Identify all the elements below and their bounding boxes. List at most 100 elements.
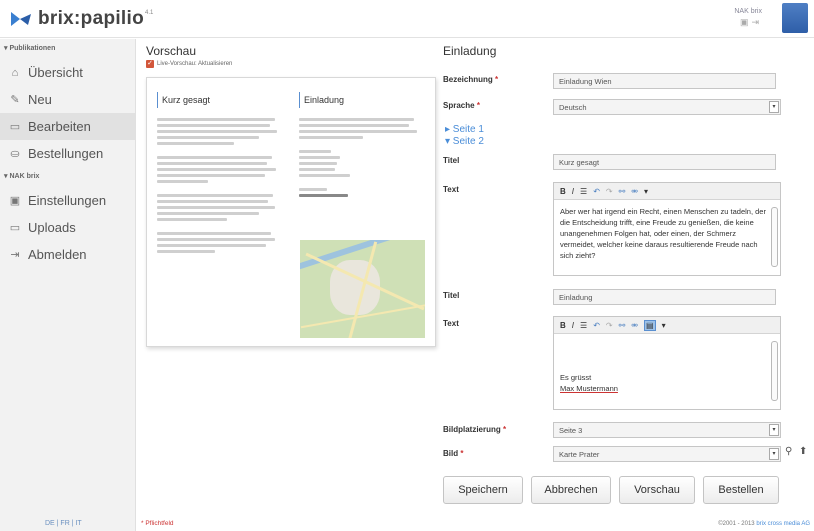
- sidebar-item-label: Übersicht: [28, 65, 83, 80]
- bold-icon[interactable]: B: [560, 321, 566, 330]
- preview-page-right-text: [299, 118, 427, 197]
- preview-document[interactable]: Kurz gesagt Einladung: [146, 77, 436, 347]
- sidebar-item-label: Uploads: [28, 220, 76, 235]
- italic-icon[interactable]: I: [572, 321, 574, 330]
- live-preview-label: Live-Vorschau: Aktualisieren: [157, 61, 233, 67]
- profile-icon[interactable]: ▣: [740, 17, 752, 27]
- logo-version: 4.1: [145, 10, 154, 16]
- search-icon[interactable]: ⚲: [785, 446, 792, 457]
- logo-text: brix:papilio: [38, 8, 144, 29]
- format-icon[interactable]: ▾: [644, 187, 648, 196]
- user-actions: ▣⇥: [734, 17, 762, 28]
- unlink-icon[interactable]: ⚮: [631, 321, 638, 330]
- preview-button[interactable]: Vorschau: [619, 476, 695, 504]
- list-icon[interactable]: ☰: [580, 321, 587, 330]
- undo-icon[interactable]: ↶: [593, 187, 600, 196]
- text2-line-1: Es grüsst: [560, 373, 592, 382]
- text1-scrollbar[interactable]: [771, 207, 778, 267]
- upload-arrow-icon[interactable]: ⬆: [799, 446, 807, 457]
- unlink-icon[interactable]: ⚮: [631, 187, 638, 196]
- link-icon[interactable]: ⚯: [619, 187, 626, 196]
- bild-select[interactable]: Karte Prater ▾: [553, 446, 781, 462]
- sidebar-item-uploads[interactable]: ▭ Uploads: [0, 214, 135, 241]
- titel2-label: Titel: [443, 291, 460, 300]
- app-logo[interactable]: brix:papilio 4.1: [10, 8, 153, 30]
- list-icon[interactable]: ☰: [580, 187, 587, 196]
- logout-small-icon[interactable]: ⇥: [751, 17, 762, 27]
- upload-icon: ▭: [9, 222, 21, 234]
- preview-panel: Vorschau ✓ Live-Vorschau: Aktualisieren …: [146, 44, 436, 347]
- titel1-input[interactable]: Kurz gesagt: [553, 154, 776, 170]
- cancel-button[interactable]: Abbrechen: [531, 476, 611, 504]
- preview-map-image: [300, 240, 425, 338]
- sidebar-item-bestellungen[interactable]: ⛀ Bestellungen: [0, 140, 135, 167]
- select-arrow-icon: ▾: [769, 424, 779, 436]
- text2-label: Text: [443, 319, 459, 328]
- text1-content[interactable]: Aber wer hat irgend ein Recht, einen Men…: [554, 200, 780, 265]
- sidebar-item-label: Abmelden: [28, 247, 87, 262]
- sidebar-item-bearbeiten[interactable]: ▭ Bearbeiten: [0, 113, 135, 140]
- text1-editor[interactable]: B I ☰ ↶ ↷ ⚯ ⚮ ▾ Aber wer hat irgend ein …: [553, 182, 781, 276]
- text2-scrollbar[interactable]: [771, 341, 778, 401]
- avatar[interactable]: [782, 3, 808, 33]
- sidebar-item-label: Bearbeiten: [28, 119, 91, 134]
- text1-toolbar: B I ☰ ↶ ↷ ⚯ ⚮ ▾: [554, 183, 780, 200]
- language-switcher[interactable]: DE | FR | IT: [45, 520, 82, 527]
- seite-1-link[interactable]: ▸ Seite 1: [445, 124, 484, 135]
- bild-label: Bild *: [443, 449, 464, 458]
- italic-icon[interactable]: I: [572, 187, 574, 196]
- sidebar-group-nak-brix[interactable]: ▾ NAK brix: [0, 167, 135, 187]
- link-icon[interactable]: ⚯: [619, 321, 626, 330]
- edit-icon: ▭: [9, 121, 21, 133]
- sidebar-group-publikationen[interactable]: ▾ Publikationen: [0, 39, 135, 59]
- copyright-text: ©2001 - 2013: [718, 521, 755, 527]
- text2-editor[interactable]: B I ☰ ↶ ↷ ⚯ ⚮ ▤ ▾ Es grüsst Max Musterma…: [553, 316, 781, 410]
- redo-icon[interactable]: ↷: [606, 187, 613, 196]
- live-preview-toggle[interactable]: ✓ Live-Vorschau: Aktualisieren: [146, 60, 436, 68]
- new-document-icon: ✎: [10, 94, 20, 106]
- text1-label: Text: [443, 185, 459, 194]
- required-note: * Pflichtfeld: [141, 520, 174, 527]
- bildplatzierung-select[interactable]: Seite 3 ▾: [553, 422, 781, 438]
- redo-icon[interactable]: ↷: [606, 321, 613, 330]
- butterfly-logo-icon: [11, 12, 31, 26]
- bezeichnung-label: Bezeichnung *: [443, 75, 499, 84]
- orders-icon: ⛀: [10, 148, 20, 160]
- sprache-select[interactable]: Deutsch ▾: [553, 99, 781, 115]
- app-header: brix:papilio 4.1 NAK brix ▣⇥: [0, 0, 814, 38]
- form-panel: Einladung Bezeichnung * Einladung Wien S…: [443, 44, 813, 462]
- bildplatzierung-label: Bildplatzierung *: [443, 425, 507, 434]
- titel1-label: Titel: [443, 156, 460, 165]
- home-icon: ⌂: [11, 66, 19, 79]
- format-icon[interactable]: ▾: [662, 321, 666, 330]
- sidebar: ▾ Publikationen ⌂ Übersicht ✎ Neu ▭ Bear…: [0, 39, 136, 531]
- settings-icon: ▣: [9, 195, 21, 207]
- seite-2-link[interactable]: ▾ Seite 2: [445, 136, 484, 147]
- preview-page-left-text: [157, 118, 285, 253]
- sidebar-item-uebersicht[interactable]: ⌂ Übersicht: [0, 59, 135, 86]
- sprache-label: Sprache *: [443, 101, 480, 110]
- titel2-input[interactable]: Einladung: [553, 289, 776, 305]
- preview-page-left-title: Kurz gesagt: [157, 92, 285, 108]
- checkbox-checked-icon[interactable]: ✓: [146, 60, 154, 68]
- undo-icon[interactable]: ↶: [593, 321, 600, 330]
- save-button[interactable]: Speichern: [443, 476, 523, 504]
- select-arrow-icon: ▾: [769, 101, 779, 113]
- sidebar-item-einstellungen[interactable]: ▣ Einstellungen: [0, 187, 135, 214]
- select-arrow-icon: ▾: [769, 448, 779, 460]
- user-name: NAK brix: [734, 8, 762, 15]
- order-button[interactable]: Bestellen: [703, 476, 779, 504]
- text2-line-2: Max Mustermann: [560, 384, 618, 393]
- company-link[interactable]: brix cross media AG: [756, 521, 810, 527]
- preview-page-left: Kurz gesagt: [157, 92, 285, 253]
- sidebar-item-neu[interactable]: ✎ Neu: [0, 86, 135, 113]
- form-title: Einladung: [443, 44, 497, 58]
- bezeichnung-input[interactable]: Einladung Wien: [553, 73, 776, 89]
- text2-toolbar: B I ☰ ↶ ↷ ⚯ ⚮ ▤ ▾: [554, 317, 780, 334]
- preview-page-right: Einladung: [299, 92, 427, 197]
- logout-icon: ⇥: [10, 249, 20, 261]
- bold-icon[interactable]: B: [560, 187, 566, 196]
- sidebar-item-abmelden[interactable]: ⇥ Abmelden: [0, 241, 135, 268]
- format-active-icon[interactable]: ▤: [644, 319, 656, 331]
- text2-content[interactable]: Es grüsst Max Mustermann: [554, 334, 780, 398]
